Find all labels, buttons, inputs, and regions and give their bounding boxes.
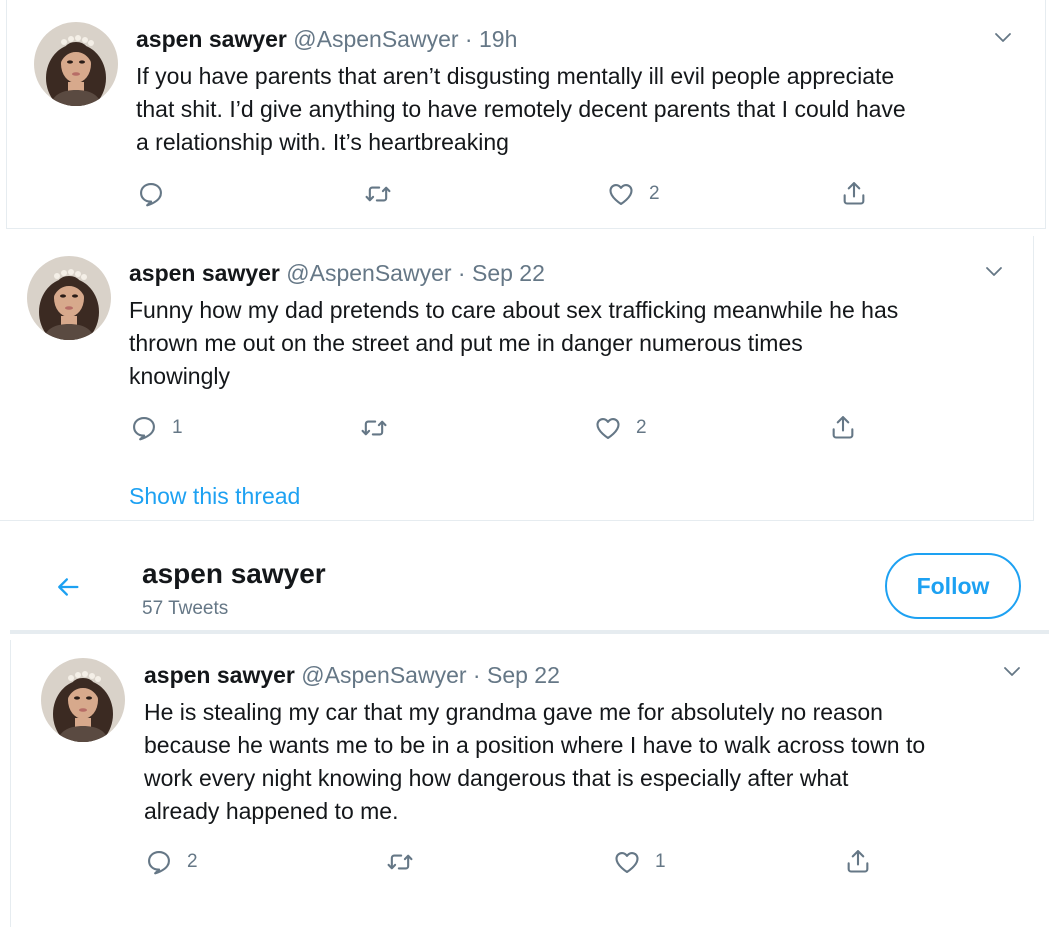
tweet-time[interactable]: 19h xyxy=(479,26,517,52)
reply-icon xyxy=(145,848,173,876)
retweet-icon xyxy=(359,414,389,442)
profile-name: aspen sawyer xyxy=(142,558,326,589)
reply-count: 2 xyxy=(187,851,198,872)
like-icon xyxy=(607,180,635,208)
back-arrow-icon xyxy=(58,578,79,596)
follow-button[interactable]: Follow xyxy=(885,553,1021,619)
tweet-header: aspen sawyer @AspenSawyer · Sep 22 xyxy=(129,260,545,287)
tweet-text-line: knowingly xyxy=(129,363,230,389)
like-count: 1 xyxy=(655,851,666,872)
author-name[interactable]: aspen sawyer xyxy=(136,26,287,52)
author-handle[interactable]: @AspenSawyer xyxy=(301,662,466,688)
share-icon xyxy=(844,846,872,876)
tweet-card[interactable]: aspen sawyer @AspenSawyer · 19h If you h… xyxy=(6,0,1046,229)
author-handle[interactable]: @AspenSawyer xyxy=(286,260,451,286)
like-icon xyxy=(594,414,622,442)
tweet-card[interactable]: aspen sawyer @AspenSawyer · Sep 22 Funny… xyxy=(0,236,1034,521)
author-name[interactable]: aspen sawyer xyxy=(144,662,295,688)
chevron-down-icon[interactable] xyxy=(1003,666,1021,678)
tweet-time[interactable]: Sep 22 xyxy=(472,260,545,286)
reply-button[interactable] xyxy=(137,180,165,208)
reply-icon xyxy=(137,180,165,208)
share-button[interactable] xyxy=(840,178,868,208)
like-icon xyxy=(613,848,641,876)
like-button[interactable]: 1 xyxy=(613,848,666,876)
chevron-down-icon[interactable] xyxy=(985,266,1003,278)
like-count: 2 xyxy=(636,417,647,438)
like-count: 2 xyxy=(649,183,660,204)
tweet-text-line: because he wants me to be in a position … xyxy=(144,732,926,758)
tweet-time[interactable]: Sep 22 xyxy=(487,662,560,688)
reply-icon xyxy=(130,414,158,442)
tweet-text-line: Funny how my dad pretends to care about … xyxy=(129,297,899,323)
header-divider xyxy=(10,630,1049,634)
tweet-text: He is stealing my car that my grandma ga… xyxy=(144,696,925,828)
retweet-button[interactable] xyxy=(359,414,389,442)
tweet-text-line: He is stealing my car that my grandma ga… xyxy=(144,699,883,725)
retweet-icon xyxy=(363,180,393,208)
tweet-text-line: If you have parents that aren’t disgusti… xyxy=(136,63,895,89)
meta-separator: · xyxy=(472,662,481,688)
tweet-text-line: already happened to me. xyxy=(144,798,399,824)
retweet-button[interactable] xyxy=(363,180,393,208)
avatar-image xyxy=(27,256,111,340)
retweet-button[interactable] xyxy=(385,848,415,876)
share-button[interactable] xyxy=(829,412,857,442)
tweet-text-line: thrown me out on the street and put me i… xyxy=(129,330,803,356)
avatar[interactable] xyxy=(27,256,111,340)
tweet-header: aspen sawyer @AspenSawyer · 19h xyxy=(136,26,517,53)
tweet-text-line: that shit. I’d give anything to have rem… xyxy=(136,96,906,122)
back-button[interactable] xyxy=(54,573,82,601)
like-button[interactable]: 2 xyxy=(594,414,647,442)
author-handle[interactable]: @AspenSawyer xyxy=(293,26,458,52)
reply-button[interactable]: 1 xyxy=(130,414,183,442)
avatar-image xyxy=(41,658,125,742)
meta-separator: · xyxy=(464,26,473,52)
show-thread-link[interactable]: Show this thread xyxy=(129,483,300,510)
meta-separator: · xyxy=(457,260,466,286)
tweet-count: 57 Tweets xyxy=(142,598,229,619)
tweet-header: aspen sawyer @AspenSawyer · Sep 22 xyxy=(144,662,560,689)
share-icon xyxy=(840,178,868,208)
avatar[interactable] xyxy=(34,22,118,106)
tweet-text-line: work every night knowing how dangerous t… xyxy=(144,765,849,791)
like-button[interactable]: 2 xyxy=(607,180,660,208)
share-icon xyxy=(829,412,857,442)
reply-button[interactable]: 2 xyxy=(145,848,198,876)
retweet-icon xyxy=(385,848,415,876)
avatar[interactable] xyxy=(41,658,125,742)
tweet-text: If you have parents that aren’t disgusti… xyxy=(136,60,906,159)
tweet-text: Funny how my dad pretends to care about … xyxy=(129,294,898,393)
tweet-text-line: a relationship with. It’s heartbreaking xyxy=(136,129,509,155)
reply-count: 1 xyxy=(172,417,183,438)
chevron-down-icon[interactable] xyxy=(994,32,1012,44)
avatar-image xyxy=(34,22,118,106)
author-name[interactable]: aspen sawyer xyxy=(129,260,280,286)
share-button[interactable] xyxy=(844,846,872,876)
tweet-card[interactable]: aspen sawyer @AspenSawyer · Sep 22 He is… xyxy=(10,640,1049,927)
